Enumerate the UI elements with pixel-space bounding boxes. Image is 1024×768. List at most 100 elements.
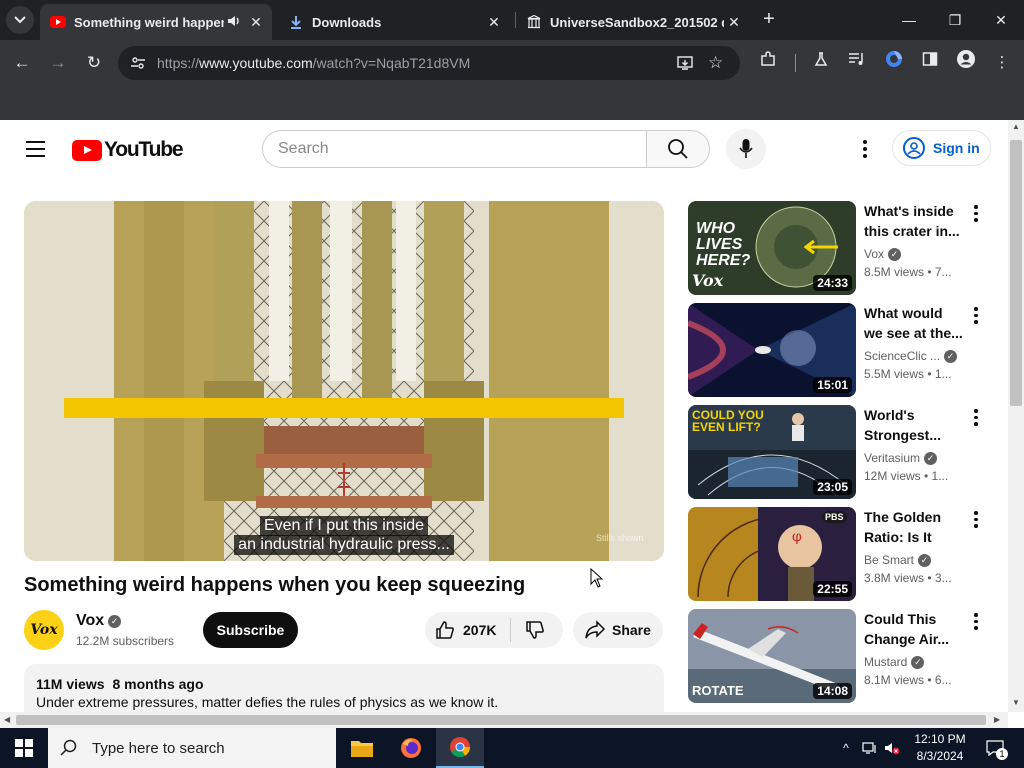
recommended-title[interactable]: World's Strongest... bbox=[864, 405, 964, 445]
media-control-icon[interactable] bbox=[843, 49, 871, 77]
tab-close-icon[interactable]: ✕ bbox=[246, 14, 266, 31]
tray-chevron-up-icon[interactable]: ^ bbox=[836, 728, 856, 768]
channel-name-row[interactable]: Vox ✓ bbox=[76, 612, 122, 630]
tab-downloads[interactable]: Downloads ✕ bbox=[278, 4, 510, 40]
tab-close-icon[interactable]: ✕ bbox=[724, 14, 744, 31]
recommended-channel[interactable]: Mustard ✓ bbox=[864, 655, 925, 669]
video-menu-icon[interactable] bbox=[972, 511, 980, 528]
channel-avatar[interactable]: Vox bbox=[24, 610, 64, 650]
scroll-right-arrow-icon[interactable]: ▶ bbox=[994, 715, 1000, 724]
recommended-video[interactable]: 15:01 What would we see at the... Scienc… bbox=[688, 303, 998, 397]
chrome-menu-icon[interactable]: ⋮ bbox=[988, 49, 1016, 77]
volume-muted-icon[interactable] bbox=[882, 728, 902, 768]
horizontal-scrollbar[interactable]: ◀ ▶ bbox=[0, 712, 1008, 728]
chrome-taskbar-button[interactable] bbox=[436, 728, 484, 768]
network-icon[interactable] bbox=[860, 728, 880, 768]
settings-more-icon[interactable] bbox=[853, 137, 877, 161]
scrollbar-thumb[interactable] bbox=[16, 715, 986, 725]
video-duration: 14:08 bbox=[813, 683, 852, 699]
notification-center-icon[interactable]: 1 bbox=[980, 728, 1010, 768]
install-app-icon[interactable] bbox=[676, 54, 694, 77]
windows-logo-icon bbox=[15, 739, 33, 757]
firefox-button[interactable] bbox=[387, 728, 435, 768]
start-button[interactable] bbox=[0, 728, 48, 768]
clock-time: 12:10 PM bbox=[914, 732, 966, 746]
recommended-channel[interactable]: Be Smart ✓ bbox=[864, 553, 932, 567]
profile-icon[interactable] bbox=[952, 49, 980, 77]
microphone-icon bbox=[739, 139, 753, 158]
recommended-video[interactable]: WHO LIVES HERE? Vox 24:33 What's inside … bbox=[688, 201, 998, 295]
video-menu-icon[interactable] bbox=[972, 409, 980, 426]
forward-button[interactable]: → bbox=[44, 49, 72, 77]
recommended-channel[interactable]: Vox ✓ bbox=[864, 247, 902, 261]
recommended-video[interactable]: ROTATE 14:08 Could This Change Air... Mu… bbox=[688, 609, 998, 703]
side-panel-icon[interactable] bbox=[916, 49, 944, 77]
file-explorer-button[interactable] bbox=[338, 728, 386, 768]
vertical-scrollbar[interactable]: ▲ ▼ bbox=[1008, 120, 1024, 712]
verified-check-icon: ✓ bbox=[108, 615, 122, 628]
recommended-channel[interactable]: Veritasium ✓ bbox=[864, 451, 938, 465]
bookmark-star-icon[interactable]: ☆ bbox=[708, 53, 723, 73]
system-clock[interactable]: 12:10 PM 8/3/2024 bbox=[905, 731, 975, 765]
video-menu-icon[interactable] bbox=[972, 205, 980, 222]
browser-toolbar: ← → ↻ https://www.youtube.com/watch?v=Nq… bbox=[0, 40, 1024, 86]
tab-search-button[interactable] bbox=[6, 6, 34, 34]
video-thumbnail[interactable]: ROTATE 14:08 bbox=[688, 609, 856, 703]
scroll-up-arrow-icon[interactable]: ▲ bbox=[1012, 122, 1020, 131]
tab-video[interactable]: Something weird happens ✕ bbox=[40, 4, 272, 40]
search-button[interactable] bbox=[646, 130, 710, 168]
video-menu-icon[interactable] bbox=[972, 307, 980, 324]
extensions-icon[interactable] bbox=[754, 49, 782, 77]
like-button[interactable] bbox=[435, 620, 455, 645]
bookmarks-bar-area bbox=[0, 86, 1024, 120]
back-button[interactable]: ← bbox=[8, 49, 36, 77]
pbs-badge: PBS bbox=[822, 511, 847, 523]
sign-in-button[interactable]: Sign in bbox=[892, 130, 991, 166]
video-duration: 24:33 bbox=[813, 275, 852, 291]
search-input[interactable] bbox=[278, 131, 638, 167]
chevron-down-icon bbox=[14, 16, 26, 24]
scroll-left-arrow-icon[interactable]: ◀ bbox=[4, 715, 10, 724]
caption-line-1: Even if I put this inside bbox=[24, 516, 664, 536]
chrome-extension-icon[interactable] bbox=[880, 49, 908, 77]
youtube-logo[interactable]: YouTube bbox=[72, 138, 184, 162]
restore-button[interactable]: ❐ bbox=[932, 6, 978, 34]
video-thumbnail[interactable]: COULD YOU EVEN LIFT? 23:05 bbox=[688, 405, 856, 499]
recommended-title[interactable]: Could This Change Air... bbox=[864, 609, 964, 649]
labs-flask-icon[interactable] bbox=[807, 49, 835, 77]
menu-hamburger-icon[interactable] bbox=[26, 141, 45, 157]
video-thumbnail[interactable]: 15:01 bbox=[688, 303, 856, 397]
recommended-title[interactable]: The Golden Ratio: Is It My... bbox=[864, 507, 964, 547]
video-menu-icon[interactable] bbox=[972, 613, 980, 630]
share-button[interactable]: Share bbox=[573, 612, 663, 648]
new-tab-button[interactable]: + bbox=[757, 8, 781, 32]
reload-button[interactable]: ↻ bbox=[80, 49, 108, 77]
search-icon bbox=[668, 139, 688, 159]
recommended-video[interactable]: φ PBS 22:55 The Golden Ratio: Is It My..… bbox=[688, 507, 998, 601]
video-thumbnail[interactable]: WHO LIVES HERE? Vox 24:33 bbox=[688, 201, 856, 295]
recommended-title[interactable]: What would we see at the... bbox=[864, 303, 964, 343]
video-player[interactable]: Stills shown Even if I put this inside a… bbox=[24, 201, 664, 561]
recommended-video[interactable]: COULD YOU EVEN LIFT? 23:05 World's Stron… bbox=[688, 405, 998, 499]
scroll-down-arrow-icon[interactable]: ▼ bbox=[1012, 698, 1020, 707]
address-bar[interactable]: https://www.youtube.com/watch?v=NqabT21d… bbox=[118, 46, 740, 80]
tab-close-icon[interactable]: ✕ bbox=[484, 14, 504, 31]
scrollbar-thumb[interactable] bbox=[1010, 140, 1022, 406]
minimize-button[interactable]: — bbox=[886, 6, 932, 34]
folder-icon bbox=[351, 741, 373, 757]
speaker-icon[interactable] bbox=[224, 14, 244, 30]
dislike-button[interactable] bbox=[525, 620, 545, 645]
video-thumbnail[interactable]: φ PBS 22:55 bbox=[688, 507, 856, 601]
voice-search-button[interactable] bbox=[726, 129, 766, 169]
recommended-meta: 5.5M views • 1... bbox=[864, 367, 952, 381]
close-window-button[interactable]: ✕ bbox=[978, 6, 1024, 34]
recommended-title[interactable]: What's inside this crater in... bbox=[864, 201, 964, 241]
site-info-icon[interactable] bbox=[130, 55, 146, 76]
windows-taskbar: Type here to search ^ 12:10 PM 8/3/2024 … bbox=[0, 728, 1024, 768]
subscribe-button[interactable]: Subscribe bbox=[203, 612, 298, 648]
logo-wordmark: YouTube bbox=[104, 138, 184, 161]
tab-universe-sandbox[interactable]: UniverseSandbox2_201502 dir ✕ bbox=[516, 4, 750, 40]
taskbar-search[interactable]: Type here to search bbox=[48, 728, 336, 768]
recommended-channel[interactable]: ScienceClic ... ✓ bbox=[864, 349, 958, 363]
like-count: 207K bbox=[463, 622, 497, 638]
